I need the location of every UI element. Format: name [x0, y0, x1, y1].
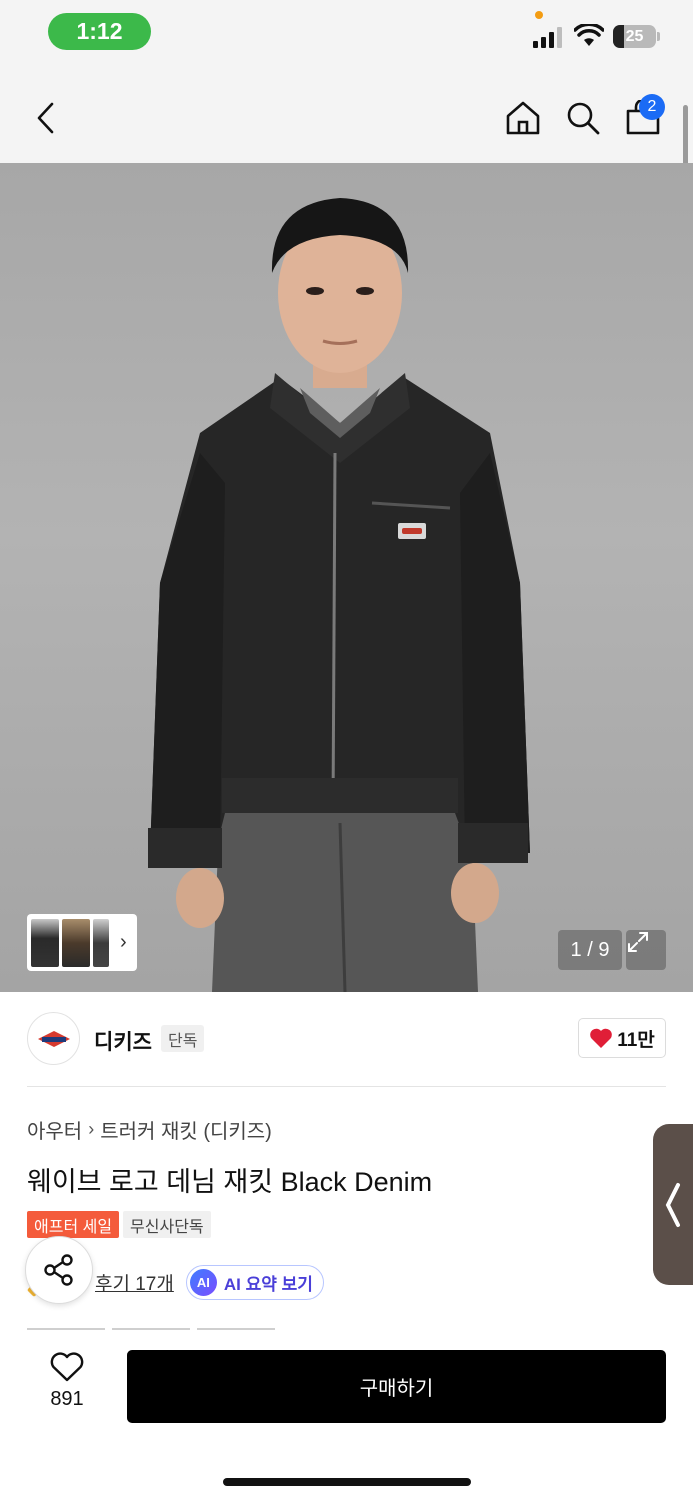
back-icon [37, 102, 54, 134]
product-image[interactable]: › 1 / 9 [0, 163, 693, 992]
back-button[interactable] [26, 98, 66, 138]
battery-level: 25 [625, 27, 644, 45]
thumbnail-image[interactable] [93, 918, 109, 967]
expand-button[interactable] [626, 930, 666, 970]
expand-icon [628, 932, 648, 952]
product-tags: 애프터 세일 무신사단독 [27, 1211, 211, 1238]
signal-icon [533, 27, 562, 48]
nav-header [0, 64, 693, 163]
side-panel-handle[interactable] [653, 1124, 693, 1285]
image-page-counter: 1 / 9 [558, 930, 622, 970]
ai-badge-icon: AI [189, 1269, 217, 1296]
divider [27, 1086, 666, 1087]
thumbnail-strip[interactable]: › [27, 914, 137, 971]
breadcrumb-subcategory[interactable]: 트러커 재킷 (디키즈) [100, 1115, 272, 1144]
product-title: 웨이브 로고 데님 재킷 Black Denim [27, 1167, 433, 1197]
breadcrumb-chevron-icon: › [88, 1119, 95, 1139]
brand-like-count: 11만 [617, 1029, 655, 1051]
bottom-action-bar: 891 구매하기 [0, 1330, 693, 1500]
search-icon [567, 102, 600, 135]
status-bar: 1:12 25 [0, 0, 693, 64]
brand-like-button[interactable]: 11만 [578, 1018, 666, 1058]
ai-summary-button[interactable]: AI AI 요약 보기 [185, 1265, 324, 1300]
buy-button[interactable]: 구매하기 [127, 1350, 666, 1423]
battery-icon: 25 [613, 25, 656, 48]
privacy-indicator-dot [535, 11, 543, 19]
brand-logo[interactable] [27, 1012, 80, 1065]
heart-outline-icon [50, 1352, 84, 1382]
exclusive-tag: 무신사단독 [123, 1211, 211, 1238]
home-icon [506, 101, 540, 135]
breadcrumb: 아우터 › 트러커 재킷 (디키즈) [27, 1115, 272, 1144]
status-time: 1:12 [48, 13, 151, 50]
ai-summary-label: AI 요약 보기 [223, 1275, 313, 1294]
thumbnail-image[interactable] [62, 918, 90, 967]
cart-count-badge: 2 [639, 94, 665, 120]
heart-icon [590, 1028, 613, 1048]
search-button[interactable] [562, 97, 604, 139]
sale-tag: 애프터 세일 [27, 1211, 120, 1238]
review-count-link[interactable]: 후기 17개 [95, 1269, 174, 1296]
thumbnail-chevron-icon[interactable]: › [120, 931, 127, 954]
wifi-icon [574, 24, 604, 46]
product-like-count: 891 [50, 1388, 84, 1410]
share-button[interactable] [25, 1236, 93, 1304]
breadcrumb-category[interactable]: 아우터 [27, 1115, 82, 1144]
share-icon [44, 1254, 73, 1286]
product-like-button[interactable]: 891 [38, 1352, 96, 1422]
brand-name[interactable]: 디키즈 [94, 1026, 152, 1056]
brand-exclusive-tag: 단독 [161, 1025, 205, 1052]
battery-tip [657, 32, 660, 41]
dickies-logo-icon [37, 1030, 70, 1047]
review-row: 후기 17개 AI AI 요약 보기 [95, 1265, 324, 1300]
product-photo-illustration [148, 198, 530, 992]
home-button[interactable] [502, 97, 544, 139]
home-indicator[interactable] [223, 1478, 471, 1486]
chevron-left-icon [665, 1182, 680, 1227]
thumbnail-image[interactable] [31, 918, 59, 967]
brand-row[interactable]: 디키즈 단독 11만 [27, 1012, 666, 1066]
